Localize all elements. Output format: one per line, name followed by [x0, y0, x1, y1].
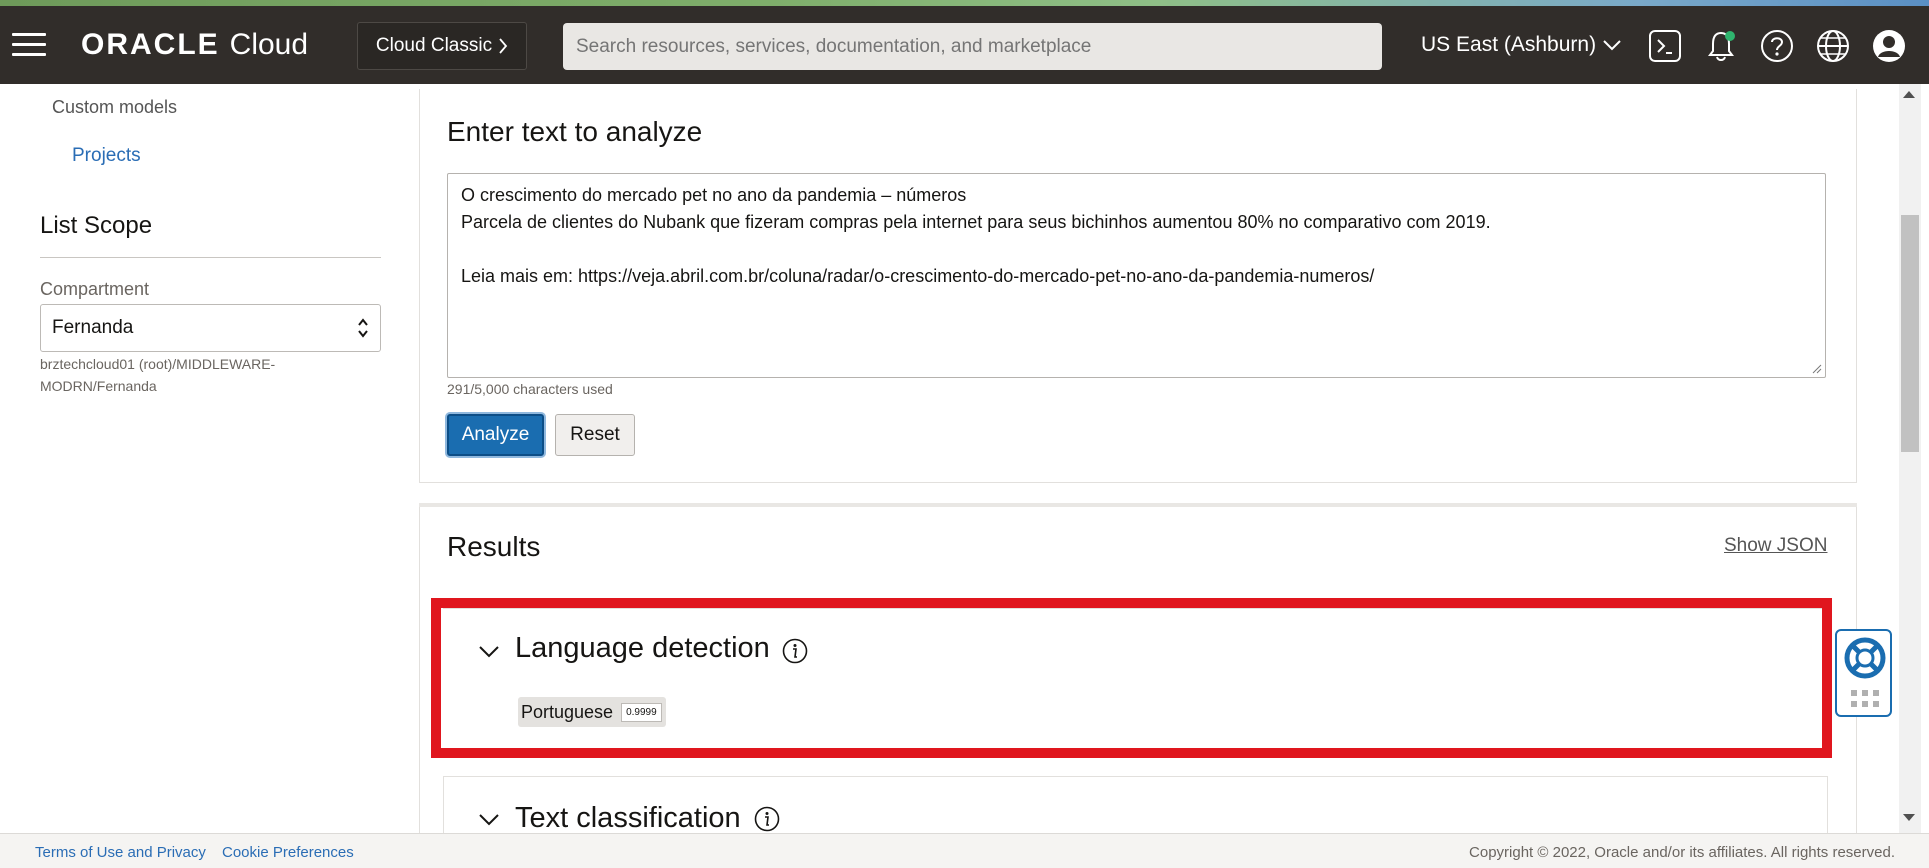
- region-label: US East (Ashburn): [1421, 33, 1597, 56]
- user-icon[interactable]: [1871, 28, 1907, 64]
- detected-language: Portuguese: [521, 701, 614, 722]
- cookie-preferences-link[interactable]: Cookie Preferences: [222, 844, 354, 861]
- text-classification-title: Text classification: [515, 802, 741, 834]
- search-input[interactable]: [563, 23, 1382, 70]
- chevron-down-icon[interactable]: [478, 813, 500, 827]
- compartment-select[interactable]: Fernanda: [40, 304, 381, 352]
- globe-icon[interactable]: [1815, 28, 1851, 64]
- copyright-text: Copyright © 2022, Oracle and/or its affi…: [1469, 844, 1895, 861]
- bell-icon[interactable]: [1703, 28, 1739, 64]
- resize-grip-icon[interactable]: [1812, 364, 1822, 374]
- compartment-path: brztechcloud01 (root)/MIDDLEWARE-MODRN/F…: [40, 356, 276, 394]
- page-scrollbar[interactable]: [1899, 84, 1921, 833]
- cloud-classic-button[interactable]: Cloud Classic: [357, 22, 527, 70]
- grid-icon: [1851, 690, 1879, 707]
- scrollbar-thumb[interactable]: [1901, 215, 1919, 452]
- compartment-value: Fernanda: [52, 317, 134, 338]
- sidebar-divider: [40, 257, 381, 258]
- page-footer: Terms of Use and Privacy Cookie Preferen…: [0, 833, 1929, 868]
- text-line: Leia mais em: https://veja.abril.com.br/…: [461, 266, 1375, 286]
- hamburger-icon[interactable]: [12, 33, 46, 57]
- language-detection-title: Language detection: [515, 632, 770, 664]
- info-icon[interactable]: [782, 638, 808, 664]
- sidebar-item-projects[interactable]: Projects: [72, 145, 141, 167]
- chevron-right-icon: [499, 38, 508, 54]
- results-panel-topbar: [419, 503, 1857, 507]
- chevron-down-icon[interactable]: [478, 645, 500, 659]
- cloud-classic-label: Cloud Classic: [375, 35, 493, 56]
- characters-used: 291/5,000 characters used: [447, 381, 613, 397]
- analyze-button[interactable]: Analyze: [447, 414, 544, 456]
- logo-oracle-text: ORACLE: [81, 28, 220, 61]
- chevron-down-icon: [1603, 40, 1621, 51]
- region-selector[interactable]: US East (Ashburn): [1421, 33, 1622, 57]
- logo-cloud-text: Cloud: [229, 28, 309, 61]
- terms-link[interactable]: Terms of Use and Privacy: [35, 844, 206, 861]
- help-icon[interactable]: [1759, 28, 1795, 64]
- list-scope-heading: List Scope: [40, 212, 153, 239]
- language-result-chip: Portuguese 0.9999: [518, 697, 666, 727]
- results-title: Results: [447, 531, 541, 562]
- analyze-text-input[interactable]: O crescimento do mercado pet no ano da p…: [447, 173, 1826, 378]
- confidence-score: 0.9999: [621, 702, 662, 722]
- oracle-cloud-logo[interactable]: ORACLE Cloud: [81, 28, 308, 62]
- text-line: O crescimento do mercado pet no ano da p…: [461, 185, 967, 205]
- compartment-label: Compartment: [40, 279, 150, 299]
- info-icon[interactable]: [754, 806, 780, 832]
- reset-button[interactable]: Reset: [555, 414, 635, 456]
- show-json-link[interactable]: Show JSON: [1724, 535, 1827, 557]
- highlight-box: [431, 598, 1832, 758]
- cloud-shell-icon[interactable]: [1647, 28, 1683, 64]
- scroll-up-arrow[interactable]: [1903, 91, 1915, 98]
- top-header: ORACLE Cloud Cloud Classic US East (Ashb…: [0, 6, 1929, 84]
- text-line: Parcela de clientes do Nubank que fizera…: [461, 212, 1491, 232]
- text-line: [461, 236, 1812, 263]
- help-widget[interactable]: [1835, 629, 1892, 717]
- select-caret-icon: [358, 318, 368, 338]
- lifebuoy-icon: [1844, 637, 1886, 679]
- scroll-down-arrow[interactable]: [1903, 814, 1915, 821]
- analyze-panel-title: Enter text to analyze: [447, 116, 703, 147]
- sidebar-custom-models[interactable]: Custom models: [52, 97, 177, 118]
